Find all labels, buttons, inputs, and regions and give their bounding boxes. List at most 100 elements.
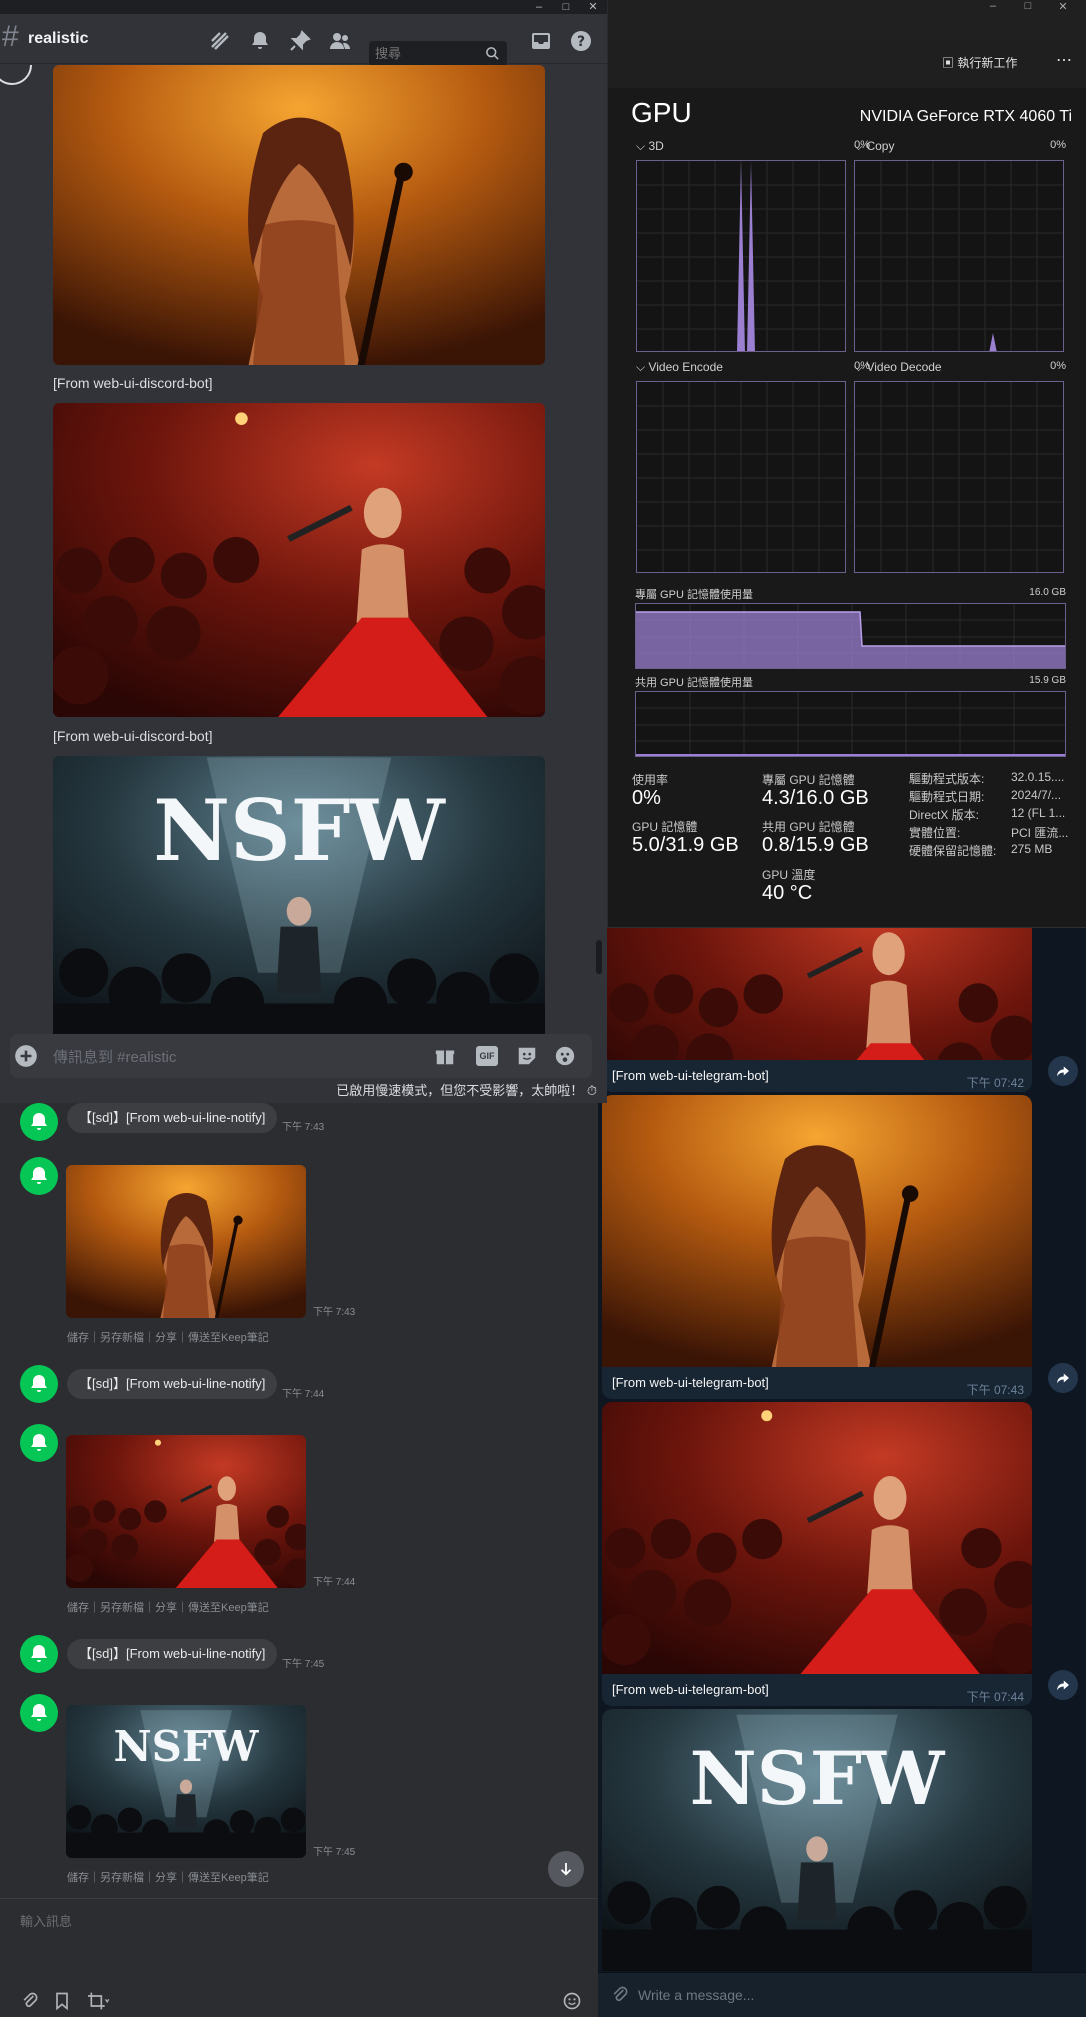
scrollbar-thumb[interactable] — [596, 940, 602, 974]
image-message[interactable] — [602, 1402, 1032, 1676]
line-input-area[interactable]: 輸入訊息 — [0, 1898, 598, 2017]
close-button[interactable]: ✕ — [1048, 0, 1078, 13]
gpu-memory-value: 5.0/31.9 GB — [632, 834, 739, 856]
dedicated-memory-label: 專屬 GPU 記憶體使用量 — [635, 589, 753, 601]
graph-label: ⌵ Video Decode — [854, 360, 942, 374]
forward-button[interactable] — [1048, 1670, 1078, 1700]
detail-key: 驅動程式版本: — [909, 772, 985, 786]
bookmark-icon[interactable] — [52, 1991, 72, 2011]
bot-avatar[interactable] — [0, 65, 32, 85]
more-options-button[interactable]: ⋯ — [1056, 50, 1072, 70]
forward-button[interactable] — [1048, 1363, 1078, 1393]
image-message[interactable] — [66, 1705, 306, 1858]
paperclip-icon[interactable] — [610, 1985, 630, 2005]
discord-window: – □ ✕ # realistic ? [From web-ui-discord… — [0, 0, 607, 1103]
emoji-icon[interactable] — [562, 1991, 582, 2011]
copy-graph — [854, 160, 1064, 352]
notify-avatar[interactable] — [20, 1103, 58, 1141]
image-actions[interactable]: 儲存｜另存新檔｜分享｜傳送至Keep筆記 — [67, 1869, 269, 1885]
sticker-icon[interactable] — [516, 1045, 538, 1067]
member-list-icon[interactable] — [328, 29, 352, 53]
composer-placeholder: 傳訊息到 #realistic — [53, 1049, 177, 1066]
detail-key: 硬體保留記憶體: — [909, 844, 997, 858]
bell-icon — [27, 1110, 51, 1134]
graph-percent: 0% — [1050, 360, 1066, 372]
graph-label: ⌵ Video Encode — [636, 360, 723, 374]
image-attachment[interactable] — [53, 403, 545, 717]
dedicated-memory-graph — [635, 603, 1066, 669]
input-placeholder: 輸入訊息 — [20, 1914, 73, 1929]
image-message[interactable] — [66, 1435, 306, 1588]
notify-avatar[interactable] — [20, 1635, 58, 1673]
notify-message[interactable]: 【[sd]】[From web-ui-line-notify] — [67, 1369, 278, 1399]
image-message[interactable] — [66, 1165, 306, 1318]
bell-icon — [27, 1372, 51, 1396]
gpu-temperature-label: GPU 溫度 — [762, 868, 816, 882]
detail-key: 驅動程式日期: — [909, 790, 985, 804]
image-message[interactable] — [602, 1095, 1032, 1369]
image-actions[interactable]: 儲存｜另存新檔｜分享｜傳送至Keep筆記 — [67, 1329, 269, 1345]
task-manager-window: – □ ✕ ▣ 執行新工作 ⋯ GPU NVIDIA GeForce RTX 4… — [607, 0, 1086, 928]
inbox-icon[interactable] — [529, 29, 553, 53]
dedicated-memory-plot — [636, 604, 1065, 668]
emoji-icon[interactable] — [554, 1045, 576, 1067]
dedicated-memory-stat-value: 4.3/16.0 GB — [762, 787, 869, 809]
caption-text: [From web-ui-telegram-bot] — [612, 1682, 769, 1697]
notify-avatar[interactable] — [20, 1365, 58, 1403]
gift-icon[interactable] — [434, 1045, 456, 1067]
run-new-task-button[interactable]: ▣ 執行新工作 — [942, 54, 1017, 71]
channel-header: # realistic ? — [0, 14, 607, 66]
image-message[interactable] — [602, 1709, 1032, 1971]
threads-icon[interactable] — [208, 29, 232, 53]
gif-button[interactable]: GIF — [476, 1046, 498, 1066]
maximize-button[interactable]: □ — [555, 0, 577, 14]
image-message[interactable] — [602, 928, 1032, 1060]
notify-avatar[interactable] — [20, 1157, 58, 1195]
title-bar: – □ ✕ — [608, 0, 1086, 40]
message-input-placeholder: Write a message... — [638, 1987, 755, 2003]
message-text: [From web-ui-discord-bot] — [53, 728, 213, 744]
image-attachment[interactable] — [53, 756, 545, 1035]
notify-avatar[interactable] — [20, 1694, 58, 1732]
notify-message[interactable]: 【[sd]】[From web-ui-line-notify] — [67, 1639, 278, 1669]
message-time: 下午 7:44 — [313, 1577, 356, 1588]
message-time: 下午 07:44 — [966, 1690, 1024, 1704]
maximize-button[interactable]: □ — [1013, 0, 1043, 12]
bell-icon — [27, 1701, 51, 1725]
slowmode-text: 已啟用慢速模式，但您不受影響，太帥啦！ — [336, 1083, 584, 1098]
pin-icon[interactable] — [288, 29, 312, 53]
command-bar: ▣ 執行新工作 ⋯ — [608, 40, 1086, 88]
image-attachment[interactable] — [53, 65, 545, 365]
paperclip-icon[interactable] — [20, 1991, 40, 2011]
utilization-value: 0% — [632, 787, 661, 809]
detail-key: DirectX 版本: — [909, 808, 980, 822]
forward-icon — [1054, 1369, 1072, 1387]
hash-icon: # — [2, 20, 19, 53]
notify-message[interactable]: 【[sd]】[From web-ui-line-notify] — [67, 1103, 278, 1133]
scroll-to-bottom-button[interactable] — [548, 1851, 584, 1887]
search-box[interactable] — [369, 41, 507, 66]
message-time: 下午 07:43 — [966, 1383, 1024, 1397]
forward-icon — [1054, 1062, 1072, 1080]
close-button[interactable]: ✕ — [582, 0, 604, 14]
3d-graph-plot — [637, 161, 845, 351]
minimize-button[interactable]: – — [528, 0, 550, 14]
add-attachment-icon[interactable] — [13, 1043, 39, 1069]
bell-icon[interactable] — [248, 29, 272, 53]
minimize-button[interactable]: – — [978, 0, 1008, 12]
gpu-temperature-value: 40 °C — [762, 882, 813, 904]
help-icon[interactable]: ? — [569, 29, 593, 53]
message-composer[interactable]: 傳訊息到 #realistic GIF — [10, 1034, 592, 1078]
forward-button[interactable] — [1048, 1056, 1078, 1086]
detail-key: 實體位置: — [909, 826, 961, 840]
notify-avatar[interactable] — [20, 1424, 58, 1462]
crop-icon[interactable] — [84, 1991, 112, 2011]
telegram-input-bar[interactable]: Write a message... — [598, 1972, 1086, 2017]
video-encode-graph-plot — [637, 382, 845, 572]
image-actions[interactable]: 儲存｜另存新檔｜分享｜傳送至Keep筆記 — [67, 1599, 269, 1615]
channel-name: realistic — [28, 30, 89, 47]
timer-icon: ⏱ — [586, 1083, 597, 1098]
message-caption: [From web-ui-telegram-bot] 下午 07:44 — [602, 1674, 1032, 1706]
video-encode-graph — [636, 381, 846, 573]
search-input[interactable] — [375, 45, 485, 62]
